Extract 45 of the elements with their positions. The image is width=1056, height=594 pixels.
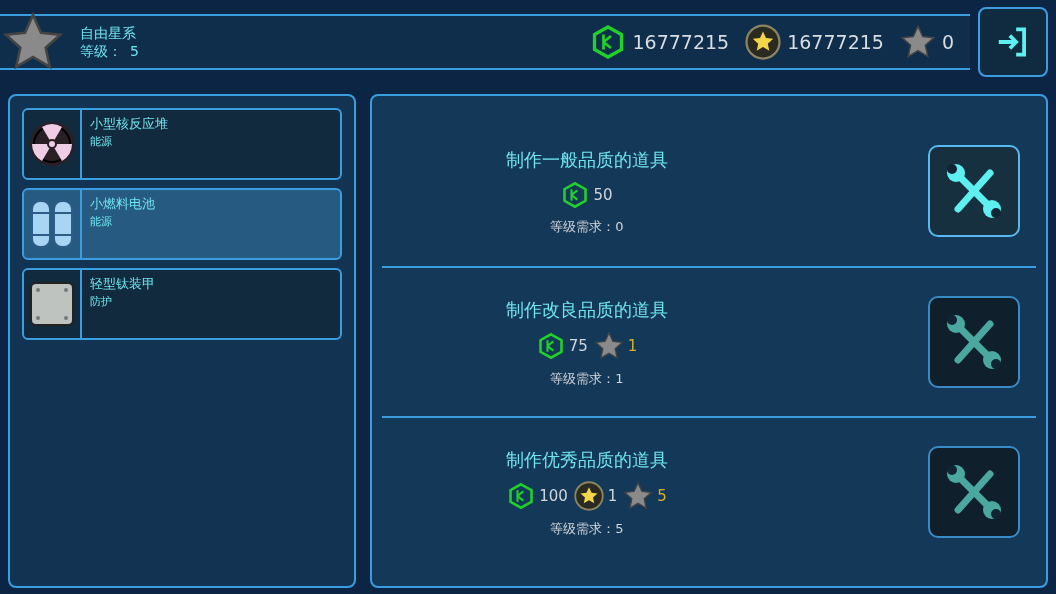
star-icon [899, 24, 936, 60]
level-requirement: 等级需求：0 [550, 217, 624, 236]
level-value: 5 [130, 42, 139, 60]
cost-amount: 75 [568, 335, 588, 357]
wrench-screwdriver-icon [944, 312, 1004, 372]
item-entry[interactable]: 轻型钛装甲 防护 [22, 268, 342, 340]
recipe-title: 制作一般品质的道具 [506, 147, 668, 172]
currency-amount: 0 [941, 29, 954, 55]
exit-button[interactable] [978, 7, 1048, 77]
cost-amount: 1 [607, 485, 618, 507]
cost-amount: 50 [593, 184, 613, 206]
item-name: 小型核反应堆 [90, 115, 168, 133]
cost-amount: 5 [657, 485, 667, 507]
hexagon-crystal-icon [536, 331, 565, 360]
cost-amount: 1 [627, 335, 638, 357]
star-coin-icon [573, 480, 604, 511]
star-icon [593, 330, 624, 361]
wrench-screwdriver-icon [944, 161, 1004, 221]
craft-button[interactable] [928, 446, 1020, 538]
metal-plate-icon [30, 282, 74, 326]
gas-tanks-icon [30, 199, 74, 249]
level-requirement: 等级需求：5 [550, 519, 624, 538]
item-entry[interactable]: 小燃料电池 能源 [22, 188, 342, 260]
currency-amount: 16777215 [787, 29, 884, 55]
cost-amount: 100 [539, 485, 568, 507]
item-name: 小燃料电池 [90, 195, 155, 213]
item-category: 能源 [90, 213, 113, 230]
hexagon-crystal-icon [561, 180, 590, 209]
level-requirement: 等级需求：1 [550, 369, 624, 388]
star-icon [623, 480, 654, 511]
craft-button[interactable] [928, 296, 1020, 388]
currency-amount: 16777215 [632, 29, 730, 55]
recipe-title: 制作优秀品质的道具 [506, 447, 668, 472]
item-entry[interactable]: 小型核反应堆 能源 [22, 108, 342, 180]
galaxy-name: 自由星系 [80, 24, 137, 42]
item-category: 防护 [90, 293, 113, 310]
radiation-icon [28, 120, 76, 168]
item-name: 轻型钛装甲 [90, 275, 155, 293]
star-coin-icon [745, 24, 782, 60]
hexagon-crystal-icon [507, 481, 536, 510]
level-label: 等级： [80, 42, 122, 60]
wrench-screwdriver-icon [944, 462, 1004, 522]
craft-button[interactable] [928, 145, 1020, 237]
recipe-title: 制作改良品质的道具 [506, 297, 668, 322]
item-category: 能源 [90, 133, 113, 150]
